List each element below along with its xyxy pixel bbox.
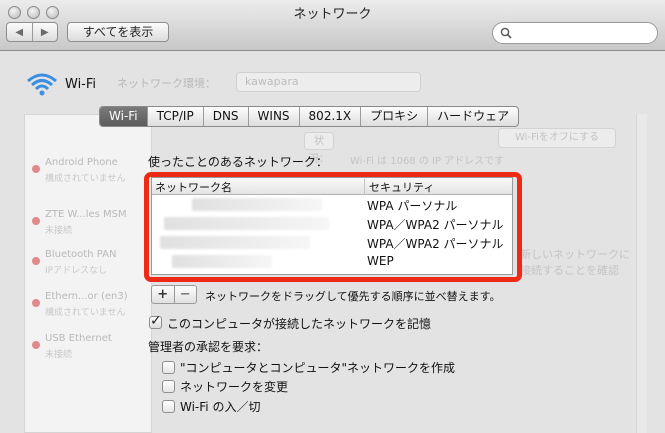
search-icon bbox=[500, 27, 512, 39]
service-item[interactable]: Ethern...or (en3) 構成されていません bbox=[25, 287, 151, 325]
status-description: Wi-Fi は 1068 の IP アドレスです bbox=[350, 156, 505, 167]
change-network-checkbox[interactable] bbox=[162, 380, 175, 393]
settings-tabs: Wi-Fi TCP/IP DNS WINS 802.1X プロキシ ハードウェア bbox=[99, 106, 520, 127]
service-name: Ethern...or (en3) bbox=[45, 291, 128, 302]
tab-dns[interactable]: DNS bbox=[202, 107, 248, 126]
add-network-button[interactable]: + bbox=[152, 286, 174, 303]
admin-approval-title: 管理者の承認を要求： bbox=[148, 340, 269, 354]
service-name: Android Phone bbox=[45, 157, 118, 168]
location-label: ネットワーク環境： bbox=[117, 77, 216, 90]
highlight-annotation bbox=[144, 172, 522, 282]
service-status: 構成されていません bbox=[45, 308, 126, 318]
change-network-label: ネットワークを変更 bbox=[180, 380, 289, 394]
create-computer-network-checkbox[interactable] bbox=[162, 361, 175, 374]
status-dot-icon bbox=[32, 341, 40, 349]
back-button[interactable]: ◀ bbox=[7, 23, 32, 41]
drag-hint: ネットワークをドラッグして優先する順序に並べ替えます。 bbox=[205, 290, 501, 303]
service-item[interactable]: USB Ethernet 未接続 bbox=[25, 329, 151, 367]
wifi-icon bbox=[27, 73, 57, 96]
turn-wifi-off-button[interactable]: Wi-Fiをオフにする bbox=[498, 128, 616, 148]
window-title: ネットワーク bbox=[293, 7, 372, 22]
status-dot-icon bbox=[32, 165, 40, 173]
service-list: Android Phone 構成されていません ZTE W...les MSM … bbox=[24, 114, 152, 433]
service-status: 未接続 bbox=[45, 226, 73, 236]
title-bar: ネットワーク ◀ ▶ すべてを表示 bbox=[0, 0, 665, 51]
tab-wifi[interactable]: Wi-Fi bbox=[100, 107, 147, 126]
wifi-power-label: Wi-Fi の入／切 bbox=[180, 400, 261, 414]
status-dot-icon bbox=[32, 217, 40, 225]
remove-network-button[interactable]: − bbox=[173, 286, 197, 303]
nav-button-group: ◀ ▶ bbox=[6, 22, 58, 42]
service-item[interactable]: Android Phone 構成されていません bbox=[25, 153, 151, 191]
tab-proxy[interactable]: プロキシ bbox=[360, 107, 427, 126]
tab-8021x[interactable]: 802.1X bbox=[298, 107, 361, 126]
preferred-networks-title: 使ったことのあるネットワーク： bbox=[148, 155, 328, 169]
tab-tcpip[interactable]: TCP/IP bbox=[146, 107, 203, 126]
forward-button[interactable]: ▶ bbox=[31, 23, 58, 41]
network-preferences-window: ネットワーク ◀ ▶ すべてを表示 Wi-Fi ネットワーク環境： kawapa… bbox=[0, 0, 665, 433]
add-remove-control: + − bbox=[151, 285, 197, 304]
remember-networks-label: このコンピュータが接続したネットワークを記憶 bbox=[167, 317, 432, 331]
service-status: IPアドレスなし bbox=[45, 266, 108, 276]
service-name: USB Ethernet bbox=[45, 333, 112, 344]
sidebar-scrollbar[interactable] bbox=[636, 114, 647, 433]
wifi-power-checkbox[interactable] bbox=[162, 400, 175, 413]
tab-hardware[interactable]: ハードウェア bbox=[427, 107, 518, 126]
service-title: Wi-Fi bbox=[65, 77, 97, 92]
service-item[interactable]: Bluetooth PAN IPアドレスなし bbox=[25, 245, 151, 283]
status-dot-icon bbox=[32, 299, 40, 307]
remember-networks-checkbox[interactable] bbox=[149, 313, 162, 329]
status-dot-icon bbox=[32, 257, 40, 265]
status-label: 状況： bbox=[304, 132, 334, 165]
service-status: 未接続 bbox=[45, 350, 73, 360]
search-field[interactable] bbox=[492, 22, 658, 44]
service-status: 構成されていません bbox=[45, 174, 126, 184]
ask-to-join-label: 新しいネットワークに接続することを確認 bbox=[520, 248, 630, 277]
service-item[interactable]: ZTE W...les MSM 未接続 bbox=[25, 205, 151, 243]
show-all-button[interactable]: すべてを表示 bbox=[67, 22, 169, 42]
create-computer-network-label: "コンピュータとコンピュータ"ネットワークを作成 bbox=[180, 361, 456, 375]
service-name: ZTE W...les MSM bbox=[45, 209, 127, 220]
tab-wins[interactable]: WINS bbox=[247, 107, 299, 126]
location-select[interactable]: kawapara bbox=[236, 72, 421, 92]
service-name: Bluetooth PAN bbox=[45, 249, 117, 260]
